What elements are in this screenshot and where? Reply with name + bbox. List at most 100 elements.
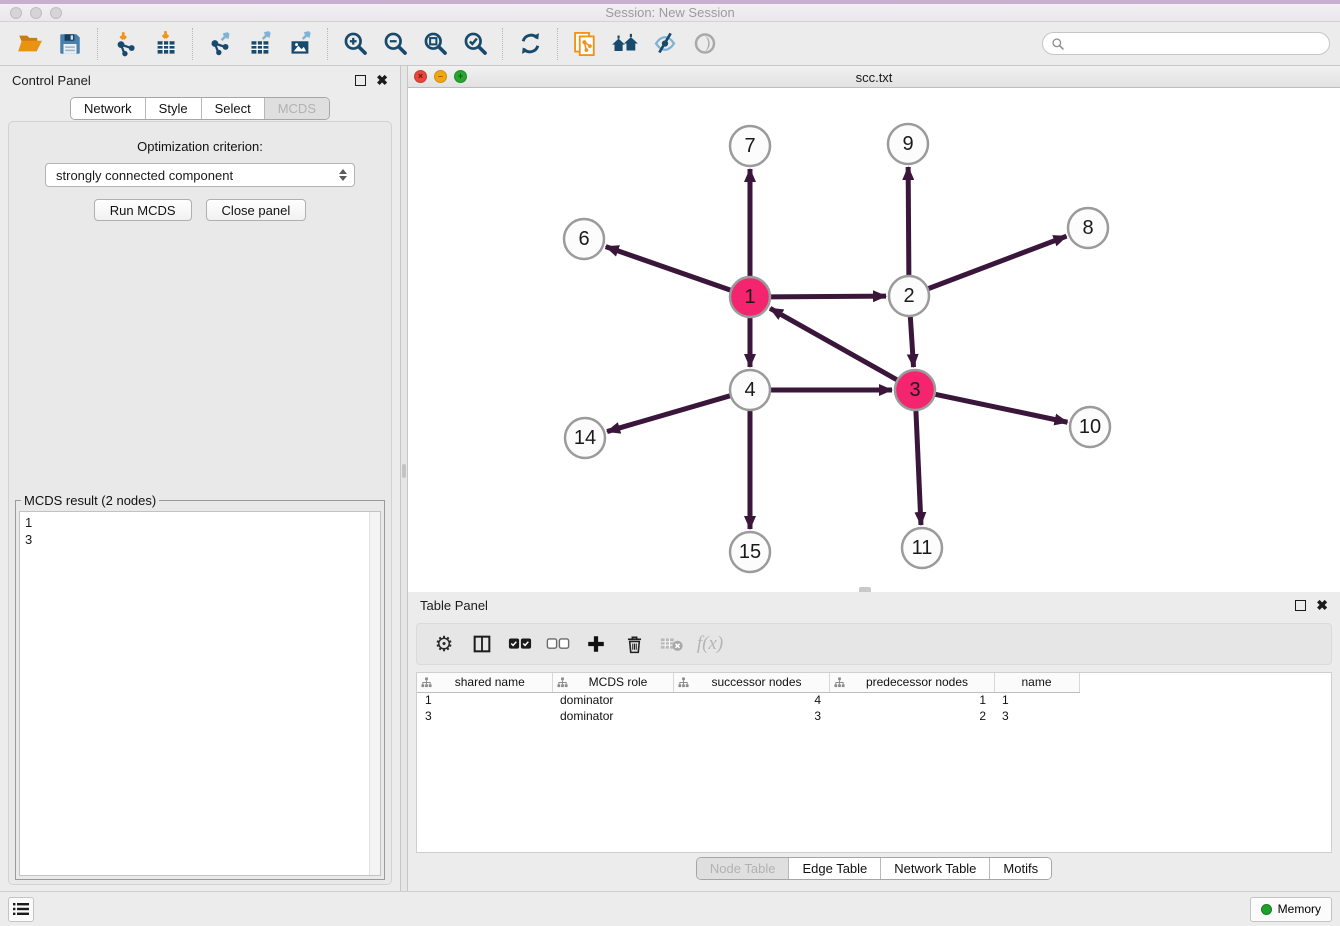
delete-table-button[interactable] [655,628,689,660]
table-row[interactable]: 3 dominator 3 2 3 [417,708,1079,724]
tab-select[interactable]: Select [202,98,265,119]
graph-edge-3-1[interactable] [770,308,898,380]
main-toolbar [0,22,1340,66]
network-canvas[interactable]: 7 9 6 8 1 2 4 3 14 10 15 11 [408,88,1340,592]
function-builder-button[interactable]: f(x) [693,628,727,660]
attribute-tree-icon [557,677,568,688]
zoom-out-button[interactable] [375,26,415,62]
attribute-tree-icon [678,677,689,688]
graph-edge-3-11[interactable] [916,410,921,525]
optimization-criterion-select[interactable]: strongly connected component [45,163,355,187]
mcds-result-textarea[interactable]: 1 3 [19,511,381,876]
export-image-button[interactable] [280,26,320,62]
tab-network[interactable]: Network [71,98,146,119]
close-panel-button[interactable]: Close panel [206,199,307,221]
zoom-fit-icon [422,30,449,57]
create-column-button[interactable] [579,628,613,660]
graph-node-11[interactable]: 11 [902,528,942,568]
delete-columns-button[interactable] [617,628,651,660]
graph-edge-1-2[interactable] [770,296,886,297]
graph-node-label: 9 [902,133,913,155]
show-task-history-button[interactable] [8,897,34,922]
close-panel-icon[interactable]: ✖ [1316,598,1328,612]
checked-boxes-icon [508,637,532,651]
search-box [1042,32,1330,55]
apply-layout-button[interactable] [510,26,550,62]
graph-node-7[interactable]: 7 [730,126,770,166]
optimization-criterion-value: strongly connected component [56,168,336,183]
zoom-fit-button[interactable] [415,26,455,62]
eye-icon [691,30,719,57]
graph-node-9[interactable]: 9 [888,124,928,164]
toolbar-separator [502,28,503,60]
column-header-predecessor-nodes[interactable]: predecessor nodes [829,673,994,692]
bird-eye-view-button[interactable] [685,26,725,62]
tab-node-table[interactable]: Node Table [697,858,790,879]
column-layout-button[interactable] [465,628,499,660]
graph-node-15[interactable]: 15 [730,532,770,572]
tab-style[interactable]: Style [146,98,202,119]
column-header-mcds-role[interactable]: MCDS role [552,673,673,692]
zoom-in-icon [342,30,369,57]
splitter-grip[interactable] [402,464,406,478]
search-input[interactable] [1070,36,1321,51]
tab-mcds[interactable]: MCDS [265,98,329,119]
plus-icon [585,633,607,655]
fx-icon: f(x) [697,633,723,655]
import-network-button[interactable] [105,26,145,62]
column-header-shared-name[interactable]: shared name [417,673,552,692]
graph-edge-3-10[interactable] [935,394,1068,422]
column-header-successor-nodes[interactable]: successor nodes [673,673,829,692]
graph-node-10[interactable]: 10 [1070,407,1110,447]
zoom-selected-button[interactable] [455,26,495,62]
refresh-icon [517,30,544,57]
open-session-button[interactable] [10,26,50,62]
deselect-all-columns-button[interactable] [541,628,575,660]
mcds-tab-content: Optimization criterion: strongly connect… [8,121,392,885]
graph-node-label: 11 [912,537,933,559]
column-header-name[interactable]: name [994,673,1079,692]
tab-edge-table[interactable]: Edge Table [789,858,881,879]
graph-node-6[interactable]: 6 [564,219,604,259]
result-scrollbar[interactable] [369,512,380,875]
vertical-splitter[interactable] [400,66,408,891]
import-table-button[interactable] [145,26,185,62]
select-all-columns-button[interactable] [503,628,537,660]
show-home-button[interactable] [605,26,645,62]
gear-icon: ⚙ [435,632,454,656]
zoom-in-button[interactable] [335,26,375,62]
table-row[interactable]: 1 dominator 4 1 1 [417,692,1079,708]
float-panel-icon[interactable] [355,75,366,86]
float-panel-icon[interactable] [1295,600,1306,611]
run-mcds-button[interactable]: Run MCDS [94,199,192,221]
close-panel-icon[interactable]: ✖ [376,73,388,87]
table-settings-button[interactable]: ⚙ [427,628,461,660]
mcds-result-group: MCDS result (2 nodes) 1 3 [15,493,385,880]
graph-node-4[interactable]: 4 [730,370,770,410]
new-network-from-file-button[interactable] [565,26,605,62]
graph-node-8[interactable]: 8 [1068,208,1108,248]
graph-edge-2-3[interactable] [910,316,913,367]
graph-node-3[interactable]: 3 [895,370,935,410]
toggle-graphics-details-button[interactable] [645,26,685,62]
network-graph[interactable]: 7 9 6 8 1 2 4 3 14 10 15 11 [408,88,1340,592]
graph-node-label: 10 [1079,416,1101,438]
tab-motifs[interactable]: Motifs [990,858,1051,879]
result-line: 3 [25,531,364,548]
graph-node-14[interactable]: 14 [565,418,605,458]
export-table-button[interactable] [240,26,280,62]
unchecked-boxes-icon [546,637,570,651]
graph-edge-4-14[interactable] [607,396,731,432]
graph-edge-2-9[interactable] [908,167,909,276]
graph-node-2[interactable]: 2 [889,276,929,316]
graph-node-1[interactable]: 1 [730,277,770,317]
export-network-icon [207,30,234,57]
export-network-button[interactable] [200,26,240,62]
save-session-button[interactable] [50,26,90,62]
tab-network-table[interactable]: Network Table [881,858,990,879]
memory-button[interactable]: Memory [1250,897,1332,922]
control-panel-title: Control Panel [12,73,91,88]
toolbar-separator [557,28,558,60]
graph-edge-2-8[interactable] [928,236,1067,289]
graph-edge-1-6[interactable] [606,247,731,291]
